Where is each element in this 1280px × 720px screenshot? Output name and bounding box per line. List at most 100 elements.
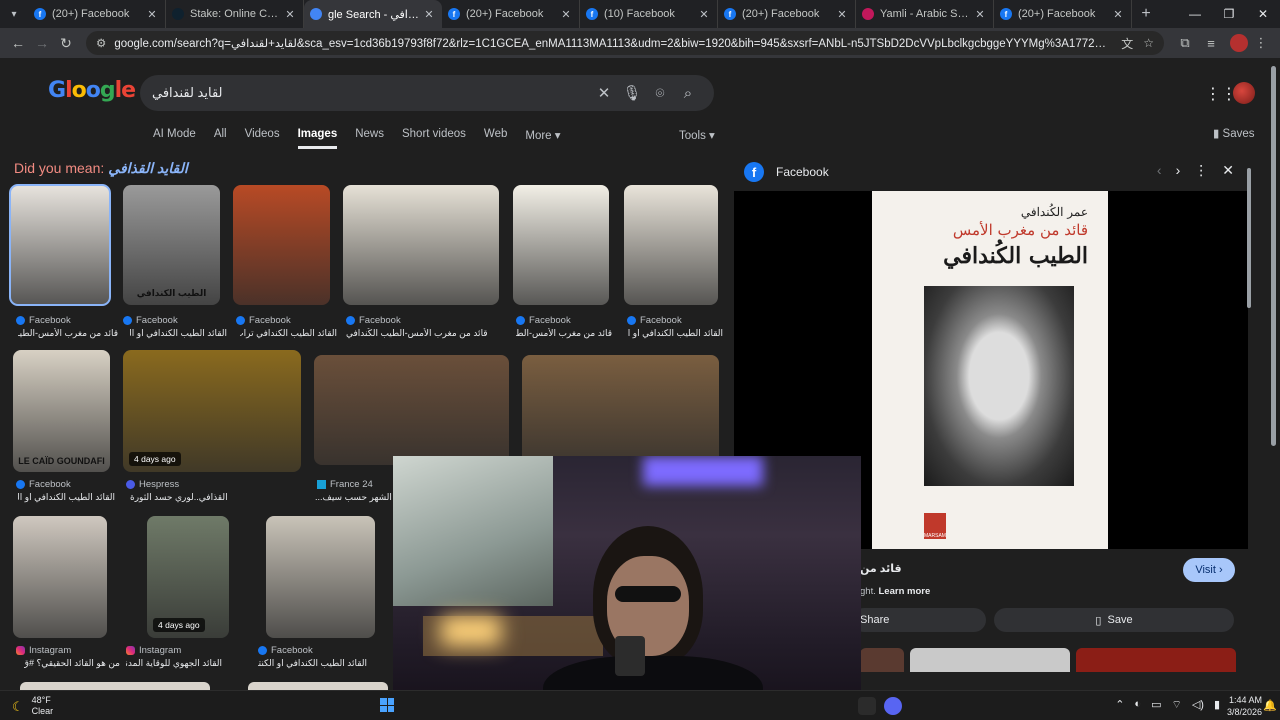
tools-button[interactable]: Tools ▾ [679, 128, 715, 142]
media-icon[interactable]: ≡ [1198, 36, 1224, 51]
image-result[interactable] [314, 355, 509, 465]
result-caption[interactable]: القذافي..لوري حسد الثورة [130, 492, 308, 503]
result-caption[interactable]: القائد الطيب الكندافي او الكند... [627, 328, 723, 339]
result-caption[interactable]: القائد الطيب الكندافي او الك... [18, 492, 115, 503]
image-result[interactable] [522, 355, 719, 465]
tab-close-icon[interactable]: ✕ [422, 8, 436, 21]
result-caption[interactable]: قائد من مغرب الأمس-الطيـ... [18, 328, 118, 339]
result-caption[interactable]: من هو القائد الحقيقي؟ #ق... [24, 658, 120, 669]
preview-scrollbar[interactable] [1247, 154, 1253, 690]
clear-icon[interactable]: ✕ [590, 84, 618, 102]
result-caption[interactable]: القائد الطيب الكندافي او الك... [130, 328, 227, 339]
discord-icon[interactable] [884, 697, 902, 715]
tray-app-icon[interactable]: ◐ [1134, 698, 1141, 712]
battery-icon[interactable]: ▮ [1214, 698, 1220, 712]
previous-icon[interactable]: ‹ [1157, 162, 1162, 179]
related-image[interactable] [910, 648, 1070, 672]
browser-tab[interactable]: f (20+) Facebook ✕ [718, 0, 856, 28]
page-scrollbar[interactable] [1270, 58, 1278, 690]
did-you-mean-link[interactable]: القايد القذافي [108, 160, 187, 176]
tab-close-icon[interactable]: ✕ [835, 8, 849, 21]
result-caption[interactable]: القائد الطيب الكندافي او الكنتافي (الركن… [258, 658, 367, 669]
start-icon[interactable] [380, 698, 394, 712]
image-result[interactable]: 4 days ago [123, 350, 301, 472]
result-source[interactable]: Facebook [16, 315, 71, 326]
recording-app-icon[interactable] [858, 697, 876, 715]
display-icon[interactable]: ▭ [1151, 698, 1161, 712]
save-button[interactable]: ▯ Save [994, 608, 1234, 632]
learn-more-link[interactable]: Learn more [879, 586, 931, 597]
browser-menu-icon[interactable]: ⋮ [1248, 35, 1274, 51]
result-source[interactable]: Hespress [126, 479, 179, 490]
result-source[interactable]: Facebook [16, 479, 71, 490]
result-caption[interactable]: قائد من مغرب الأمس-الطيـ... [516, 328, 612, 339]
image-result[interactable] [343, 185, 499, 305]
preview-source[interactable]: f Facebook [744, 162, 829, 182]
tab-images[interactable]: Images [297, 128, 338, 149]
preview-title[interactable]: قائد من [860, 562, 902, 575]
image-result[interactable]: الطيب الكندافي [123, 185, 220, 305]
restore-icon[interactable]: ❐ [1212, 0, 1246, 28]
lens-icon[interactable]: ⌾ [646, 85, 674, 102]
search-box[interactable]: لقايد لقندافي ✕ 🎙 ⌾ ⌕ [140, 75, 714, 111]
result-source[interactable]: Instagram [16, 645, 71, 656]
browser-tab[interactable]: Yamli - Arabic Search Engine✕ [856, 0, 994, 28]
visit-button[interactable]: Visit › [1183, 558, 1235, 582]
result-caption[interactable]: القائد الجهوي للوقاية المدنية به... [126, 658, 222, 669]
result-source[interactable]: Facebook [627, 315, 682, 326]
tab-close-icon[interactable]: ✕ [145, 8, 159, 21]
reload-icon[interactable]: ↻ [54, 31, 78, 55]
tab-close-icon[interactable]: ✕ [973, 8, 987, 21]
clock[interactable]: 1:44 AM 3/8/2026 [1227, 694, 1262, 718]
tab-ai-mode[interactable]: AI Mode [153, 128, 196, 149]
volume-icon[interactable]: ◁) [1192, 698, 1204, 712]
tab-more[interactable]: More ▾ [525, 128, 560, 149]
preview-image[interactable]: عمر الكُندافي قائد من مغرب الأمس الطيب ا… [872, 191, 1108, 549]
forward-icon[interactable]: → [30, 31, 54, 55]
site-info-icon[interactable]: ⚙ [96, 36, 106, 50]
browser-tab[interactable]: f (20+) Facebook ✕ [442, 0, 580, 28]
browser-tab[interactable]: gle Search - لقايد لقندافي✕ [304, 0, 442, 28]
image-result[interactable] [513, 185, 609, 305]
tray-expand-icon[interactable]: ⌃ [1115, 698, 1124, 712]
weather-widget[interactable]: ☾ 48°F Clear [12, 695, 53, 717]
notifications-icon[interactable]: 🔔 [1263, 699, 1277, 712]
address-bar[interactable]: ⚙ google.com/search?q=لقايد+لقندافي&sca_… [86, 31, 1164, 55]
wifi-icon[interactable]: ⌔ [1171, 698, 1181, 712]
image-result[interactable] [233, 185, 330, 305]
tab-short-videos[interactable]: Short videos [402, 128, 466, 149]
tab-search-dropdown-icon[interactable]: ▾ [0, 0, 28, 28]
tab-web[interactable]: Web [484, 128, 507, 149]
extensions-icon[interactable]: ⧉ [1172, 35, 1198, 51]
image-result[interactable] [13, 516, 107, 638]
new-tab-button[interactable]: + [1132, 5, 1160, 23]
image-result[interactable]: 4 days ago [147, 516, 229, 638]
image-result[interactable] [20, 682, 210, 690]
more-options-icon[interactable]: ⋮ [1194, 162, 1208, 179]
microphone-icon[interactable]: 🎙 [618, 84, 646, 102]
translate-icon[interactable]: 文 [1121, 35, 1133, 52]
tab-close-icon[interactable]: ✕ [559, 8, 573, 21]
tab-close-icon[interactable]: ✕ [1111, 8, 1125, 21]
saves-button[interactable]: ▮ Saves [1213, 126, 1255, 140]
browser-tab[interactable]: f (20+) Facebook ✕ [28, 0, 166, 28]
result-source[interactable]: France 24 [317, 479, 373, 490]
close-window-icon[interactable]: ✕ [1246, 0, 1280, 28]
google-logo[interactable]: Gloogle [48, 78, 136, 103]
related-image[interactable] [860, 648, 904, 672]
account-avatar[interactable] [1233, 82, 1255, 104]
result-caption[interactable]: قائد من مغرب الأمس-الطيب الكُندافي [346, 328, 502, 339]
result-source[interactable]: Facebook [346, 315, 401, 326]
minimize-icon[interactable]: — [1178, 0, 1212, 28]
tab-close-icon[interactable]: ✕ [697, 8, 711, 21]
tab-news[interactable]: News [355, 128, 384, 149]
browser-profile-avatar[interactable] [1230, 34, 1248, 52]
result-source[interactable]: Facebook [236, 315, 291, 326]
result-source[interactable]: Instagram [126, 645, 181, 656]
tab-videos[interactable]: Videos [245, 128, 280, 149]
search-input[interactable]: لقايد لقندافي [152, 85, 590, 101]
next-icon[interactable]: › [1176, 162, 1181, 179]
share-button[interactable]: Share [852, 608, 986, 632]
browser-tab[interactable]: f (10) Facebook ✕ [580, 0, 718, 28]
result-caption[interactable]: القائد الطيب الكندافي تراث ... [240, 328, 337, 339]
